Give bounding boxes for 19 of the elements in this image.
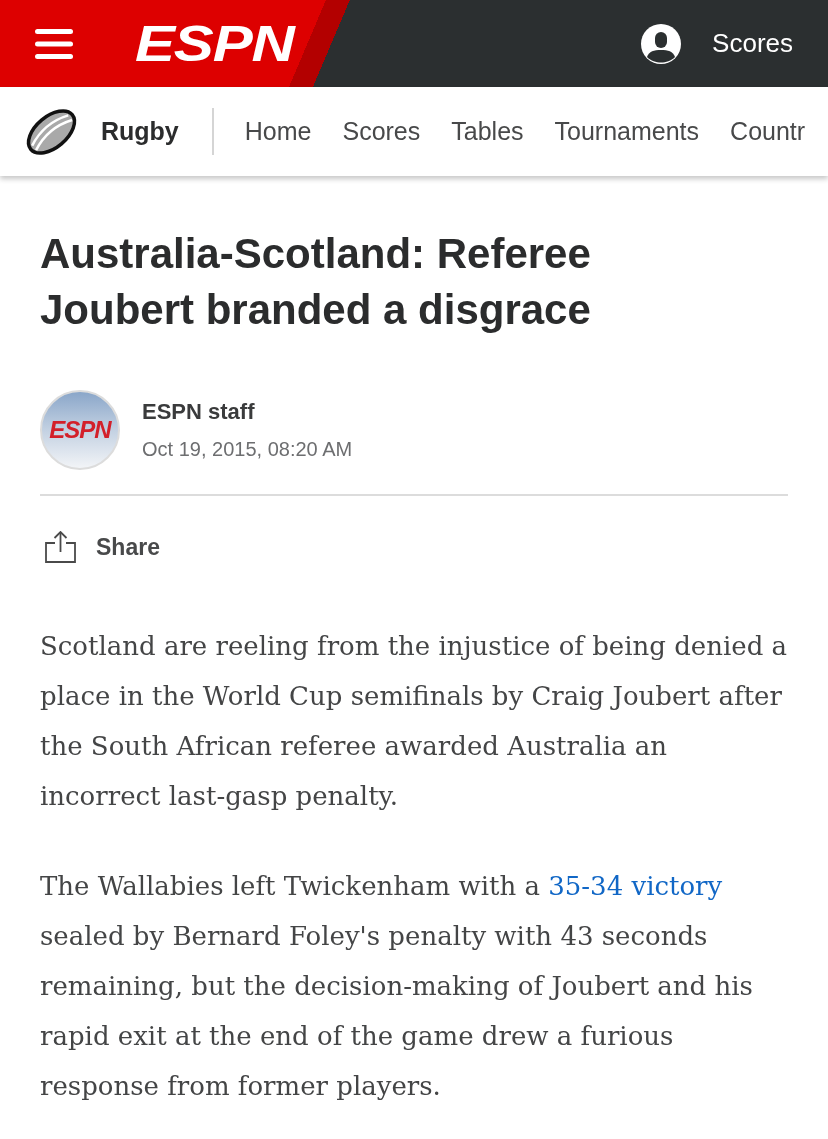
headline: Australia-Scotland: Referee Joubert branded a disgrace: [40, 229, 592, 335]
share-button[interactable]: Share: [40, 530, 160, 565]
sport-title[interactable]: Rugby: [101, 112, 179, 151]
espn-logo[interactable]: ESPN: [135, 23, 294, 64]
scores-link[interactable]: Scores: [712, 24, 793, 63]
user-icon[interactable]: [641, 23, 682, 64]
menu-icon[interactable]: [35, 27, 73, 60]
nav-link[interactable]: Scores: [342, 112, 421, 151]
nav-link[interactable]: Tables: [451, 112, 524, 151]
author-name: ESPN staff: [142, 399, 256, 425]
nav-link[interactable]: Tournaments: [554, 112, 700, 151]
article-paragraph: The Wallabies left Twickenham with a 35-34 victory sealed by Bernard Foley's penalty with 43 seconds remaining, but the decision-making of Joubert and his rapid exit at the end of the game drew a furious response from former players.: [40, 869, 754, 1103]
nav-link[interactable]: Countr: [730, 112, 806, 151]
nav-link[interactable]: Home: [244, 112, 312, 151]
article-link[interactable]: 35-34 victory: [548, 870, 723, 901]
avatar-logo: ESPN: [49, 418, 111, 442]
publish-date: Oct 19, 2015, 08:20 AM: [142, 437, 353, 461]
share-icon[interactable]: [45, 531, 76, 564]
article-paragraph: Scotland are reeling from the injustice of being denied a place in the World Cup semifinals by Craig Joubert after the South African referee awarded Australia an incorrect last-gasp penalty.: [40, 629, 788, 813]
